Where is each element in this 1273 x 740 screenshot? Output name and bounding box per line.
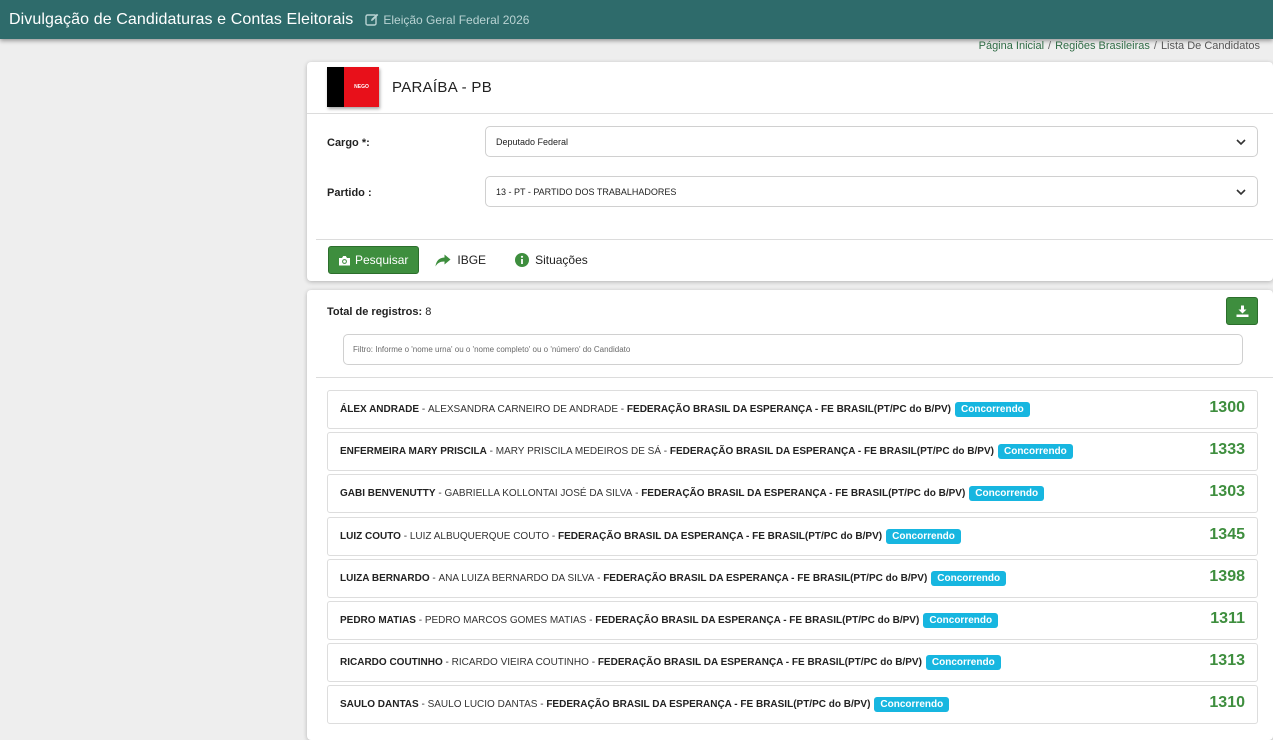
candidate-nickname: RICARDO COUTINHO [340, 657, 443, 668]
status-badge: Concorrendo [874, 697, 950, 712]
situacoes-link[interactable]: Situações [515, 253, 588, 267]
candidate-nickname: SAULO DANTAS [340, 699, 419, 710]
chevron-down-icon [1236, 139, 1246, 146]
candidate-row[interactable]: GABI BENVENUTTY - GABRIELLA KOLLONTAI JO… [327, 474, 1258, 513]
candidate-number: 1345 [1209, 526, 1245, 543]
election-label: Eleição Geral Federal 2026 [383, 12, 530, 27]
breadcrumb-separator: / [1153, 40, 1157, 52]
candidate-party: FEDERAÇÃO BRASIL DA ESPERANÇA - FE BRASI… [595, 615, 920, 626]
breadcrumb-regions[interactable]: Regiões Brasileiras [1055, 40, 1150, 52]
flag-red-field: NEGO [344, 67, 379, 107]
search-button[interactable]: Pesquisar [328, 246, 420, 274]
breadcrumb-separator: / [1048, 40, 1052, 52]
top-navbar: Divulgação de Candidaturas e Contas Elei… [0, 0, 1273, 39]
candidate-row[interactable]: ENFERMEIRA MARY PRISCILA - MARY PRISCILA… [327, 432, 1258, 471]
candidate-row[interactable]: LUIZ COUTO - LUIZ ALBUQUERQUE COUTO - FE… [327, 517, 1258, 556]
search-button-label: Pesquisar [355, 253, 409, 267]
candidate-nickname: PEDRO MATIAS [340, 615, 416, 626]
download-icon [1236, 305, 1248, 317]
candidate-full-name: ANA LUIZA BERNARDO DA SILVA [438, 573, 595, 584]
flag-text: NEGO [354, 84, 369, 90]
camera-icon [339, 255, 350, 265]
situacoes-label: Situações [535, 253, 588, 267]
total-label: Total de registros: [327, 306, 423, 318]
chevron-down-icon [1236, 189, 1246, 196]
candidate-party: FEDERAÇÃO BRASIL DA ESPERANÇA - FE BRASI… [558, 531, 883, 542]
candidate-party: FEDERAÇÃO BRASIL DA ESPERANÇA - FE BRASI… [626, 404, 952, 415]
breadcrumb-current: Lista De Candidatos [1160, 40, 1260, 52]
candidate-party: FEDERAÇÃO BRASIL DA ESPERANÇA - FE BRASI… [546, 699, 871, 710]
state-header: NEGO PARAÍBA - PB [327, 67, 492, 107]
candidate-number: 1398 [1209, 568, 1245, 585]
candidate-nickname: ENFERMEIRA MARY PRISCILA [340, 446, 487, 457]
breadcrumb-home[interactable]: Página Inicial [979, 40, 1044, 52]
candidate-party: FEDERAÇÃO BRASIL DA ESPERANÇA - FE BRASI… [597, 657, 922, 668]
breadcrumb: Página Inicial / Regiões Brasileiras / Lista… [979, 40, 1260, 52]
candidate-row[interactable]: LUIZA BERNARDO - ANA LUIZA BERNARDO DA S… [327, 559, 1258, 598]
candidate-nickname: ÁLEX ANDRADE [340, 404, 420, 415]
candidate-party: FEDERAÇÃO BRASIL DA ESPERANÇA - FE BRASI… [603, 573, 928, 584]
cargo-select[interactable]: Deputado Federal [485, 126, 1258, 157]
ibge-label: IBGE [457, 253, 487, 267]
edit-icon [365, 13, 379, 26]
candidate-number: 1303 [1209, 483, 1245, 500]
ibge-link[interactable]: IBGE [435, 253, 486, 267]
actions-divider [316, 239, 1273, 240]
partido-label: Partido : [327, 187, 372, 199]
candidate-number: 1300 [1209, 399, 1245, 416]
candidate-filter-input[interactable] [343, 334, 1243, 365]
election-info[interactable]: Eleição Geral Federal 2026 [365, 13, 529, 27]
candidate-full-name: RICARDO VIEIRA COUTINHO [451, 657, 589, 668]
filter-card: NEGO PARAÍBA - PB Cargo *: Deputado Fede… [307, 62, 1273, 281]
total-value: 8 [425, 306, 432, 318]
candidate-number: 1311 [1210, 610, 1245, 627]
status-badge: Concorrendo [886, 529, 961, 544]
list-divider [316, 377, 1273, 378]
app-title[interactable]: Divulgação de Candidaturas e Contas Elei… [9, 11, 353, 29]
partido-select[interactable]: 13 - PT - PARTIDO DOS TRABALHADORES [485, 176, 1258, 207]
download-button[interactable] [1226, 297, 1258, 325]
candidate-nickname: LUIZ COUTO [340, 531, 401, 542]
candidate-row[interactable]: SAULO DANTAS - SAULO LUCIO DANTAS - FEDE… [327, 685, 1258, 724]
candidate-full-name: ALEXSANDRA CARNEIRO DE ANDRADE [427, 404, 619, 415]
status-badge: Concorrendo [931, 571, 1007, 586]
candidate-row[interactable]: PEDRO MATIAS - PEDRO MARCOS GOMES MATIAS… [327, 601, 1258, 640]
status-badge: Concorrendo [955, 402, 1030, 417]
candidate-party: FEDERAÇÃO BRASIL DA ESPERANÇA - FE BRASI… [669, 446, 994, 457]
status-badge: Concorrendo [997, 444, 1073, 459]
flag-black-stripe [327, 67, 344, 107]
candidate-full-name: PEDRO MARCOS GOMES MATIAS [424, 615, 587, 626]
status-badge: Concorrendo [923, 613, 999, 628]
state-name: PARAÍBA - PB [392, 78, 493, 96]
candidate-row[interactable]: ÁLEX ANDRADE - ALEXSANDRA CARNEIRO DE AN… [327, 390, 1258, 429]
status-badge: Concorrendo [925, 655, 1001, 670]
header-divider [307, 113, 1273, 114]
candidate-nickname: GABI BENVENUTTY [340, 488, 436, 499]
results-card: Total de registros: 8 ÁLEX ANDRADE - ALE… [307, 290, 1273, 740]
candidate-full-name: GABRIELLA KOLLONTAI JOSÉ DA SILVA [444, 488, 633, 499]
candidate-number: 1310 [1209, 694, 1245, 711]
status-badge: Concorrendo [969, 486, 1045, 501]
total-records: Total de registros: 8 [327, 306, 431, 318]
cargo-label: Cargo *: [327, 137, 370, 149]
state-flag: NEGO [327, 67, 379, 107]
candidate-party: FEDERAÇÃO BRASIL DA ESPERANÇA - FE BRASI… [641, 488, 966, 499]
candidate-number: 1313 [1209, 652, 1245, 669]
info-icon [515, 253, 530, 267]
candidate-full-name: LUIZ ALBUQUERQUE COUTO [409, 531, 550, 542]
candidate-number: 1333 [1209, 441, 1245, 458]
candidate-full-name: SAULO LUCIO DANTAS [427, 699, 538, 710]
candidate-row[interactable]: RICARDO COUTINHO - RICARDO VIEIRA COUTIN… [327, 643, 1258, 682]
action-bar: Pesquisar IBGE Situações [328, 246, 588, 274]
share-arrow-icon [435, 254, 451, 266]
candidate-full-name: MARY PRISCILA MEDEIROS DE SÁ [495, 446, 661, 457]
partido-value: 13 - PT - PARTIDO DOS TRABALHADORES [496, 186, 677, 197]
cargo-value: Deputado Federal [496, 136, 569, 147]
candidate-nickname: LUIZA BERNARDO [340, 573, 430, 584]
